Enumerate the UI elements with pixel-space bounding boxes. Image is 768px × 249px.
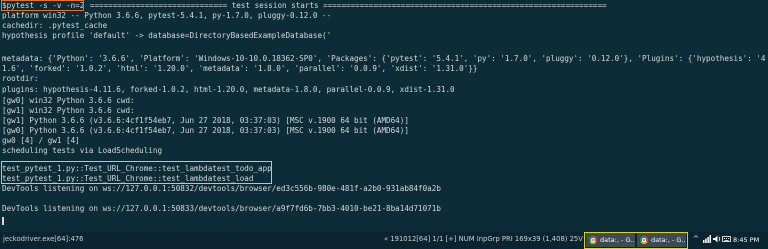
network-icon[interactable] — [703, 235, 711, 245]
output-line: platform win32 -- Python 3.6.6, pytest-5… — [2, 11, 332, 20]
output-line: [gw0] Python 3.6.6 (v3.6.6:4cf1f54eb7, J… — [2, 126, 409, 135]
output-line: cachedir: .pytest_cache — [2, 21, 108, 30]
session-header: ============================== test sess… — [90, 1, 607, 10]
output-line: gw0 [4] / gw1 [4] — [2, 136, 80, 145]
process-label: jeckodriver.exe[64]:476 — [3, 235, 84, 243]
output-line: 1.6', 'forked': '1.0.2', 'html': '1.20.0… — [2, 64, 478, 73]
output-line: plugins: hypothesis-4.11.6, forked-1.0.2… — [2, 85, 455, 94]
taskbar-highlight-box — [584, 232, 688, 249]
tests-highlight-box — [1, 161, 272, 184]
output-line: metadata: {'Python': '3.6.6', 'Platform'… — [2, 54, 766, 63]
output-line: [gw1] Python 3.6.6 (v3.6.6:4cf1f54eb7, J… — [2, 116, 409, 125]
clock[interactable]: 8:45 PM — [733, 236, 759, 244]
devtools-line: DevTools listening on ws://127.0.0.1:508… — [2, 184, 441, 193]
chevron-up-icon[interactable]: ^ — [693, 235, 699, 243]
status-bar: jeckodriver.exe[64]:476 « 191012[64] 1/1… — [0, 232, 768, 249]
console-info: « 191012[64] 1/1 [+] NUM InpGrp PRI 169x… — [384, 235, 584, 243]
keyboard-icon[interactable] — [722, 235, 731, 245]
text-cursor — [2, 217, 4, 225]
command-highlight-box — [1, 0, 84, 11]
volume-icon[interactable] — [713, 235, 722, 245]
devtools-line: DevTools listening on ws://127.0.0.1:508… — [2, 204, 441, 213]
output-line: [gw0] win32 Python 3.6.6 cwd: — [2, 96, 135, 105]
output-line: scheduling tests via LoadScheduling — [2, 146, 163, 155]
output-line: [gw1] win32 Python 3.6.6 cwd: — [2, 106, 135, 115]
terminal-window[interactable]: $pytest -s -v -n=2 =====================… — [0, 0, 768, 232]
output-line: hypothesis profile 'default' -> database… — [2, 31, 332, 40]
output-line: rootdir: — [2, 74, 39, 83]
